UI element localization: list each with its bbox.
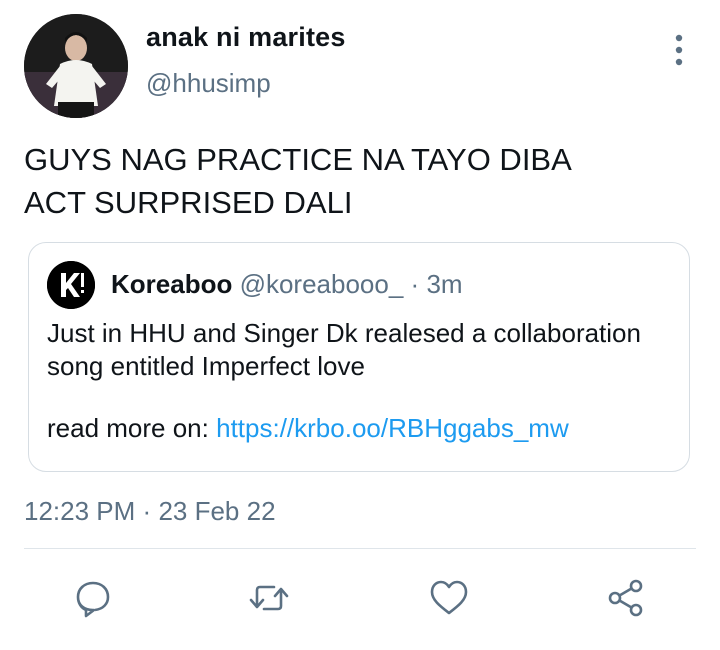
like-button[interactable]	[427, 576, 471, 620]
heart-icon	[430, 580, 468, 615]
quoted-time: 3m	[426, 269, 463, 299]
quoted-separator: ·	[410, 269, 420, 299]
tweet-timestamp[interactable]: 12:23 PM · 23 Feb 22	[24, 496, 276, 527]
reply-button[interactable]	[71, 576, 115, 620]
retweet-button[interactable]	[247, 576, 291, 620]
tweet-text: GUYS NAG PRACTICE NA TAYO DIBA ACT SURPR…	[24, 142, 572, 220]
share-icon	[608, 579, 643, 617]
more-vertical-icon	[675, 34, 683, 66]
tweet: anak ni marites @hhusimp GUYS NAG PRACTI…	[0, 0, 720, 650]
quoted-author-handle: @koreabooo_	[239, 269, 404, 299]
author-handle[interactable]: @hhusimp	[146, 68, 271, 99]
author-name[interactable]: anak ni marites	[146, 22, 346, 53]
quoted-tweet[interactable]: Koreaboo @koreabooo_ · 3m Just in HHU an…	[28, 242, 690, 472]
divider	[24, 548, 696, 549]
author-avatar[interactable]	[24, 14, 128, 118]
quoted-link[interactable]: https://krbo.oo/RBHggabs_mw	[216, 413, 569, 443]
quoted-tweet-text: Just in HHU and Singer Dk realesed a col…	[47, 318, 641, 381]
read-more-label: read more on:	[47, 413, 209, 443]
quoted-read-more: read more on: https://krbo.oo/RBHggabs_m…	[47, 413, 569, 444]
comment-icon	[76, 581, 110, 618]
author-avatar-image	[24, 14, 128, 118]
more-options-button[interactable]	[664, 32, 694, 68]
quoted-tweet-header: Koreaboo @koreabooo_ · 3m	[111, 269, 463, 300]
tweet-time: 12:23 PM	[24, 496, 136, 526]
tweet-date: 23 Feb 22	[158, 496, 276, 526]
quoted-author-name: Koreaboo	[111, 269, 233, 299]
retweet-icon	[249, 585, 289, 611]
koreaboo-logo-icon	[47, 261, 95, 309]
quoted-author-avatar	[47, 261, 95, 309]
timestamp-separator: ·	[142, 496, 152, 526]
share-button[interactable]	[604, 576, 648, 620]
